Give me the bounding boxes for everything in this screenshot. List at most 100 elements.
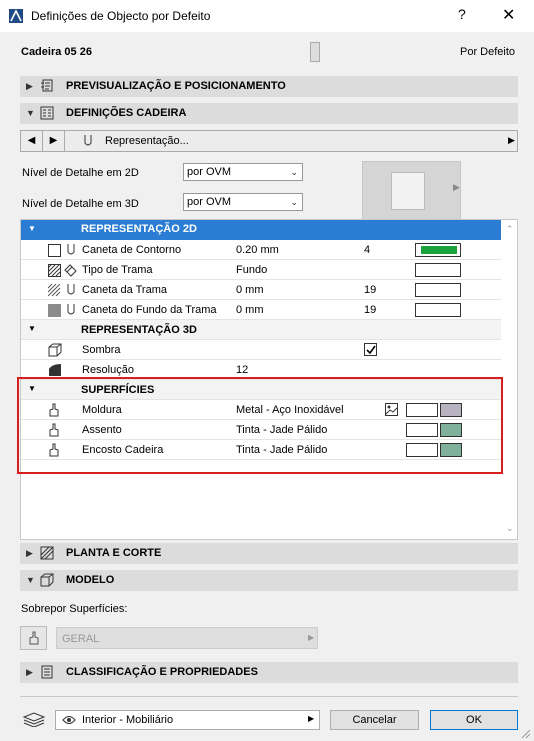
model-cube-icon <box>40 573 54 587</box>
param-number: 4 <box>364 244 371 256</box>
chevron-down-icon: ⌄ <box>290 167 298 177</box>
param-number: 19 <box>364 304 377 316</box>
eye-icon <box>62 716 76 724</box>
ok-button[interactable]: OK <box>430 710 518 730</box>
contour-pen-icon <box>48 244 61 257</box>
shadow-checkbox[interactable] <box>364 343 377 356</box>
page-label: Representação... <box>105 135 189 147</box>
override-surfaces-toggle[interactable] <box>20 626 47 650</box>
classification-icon <box>41 665 53 679</box>
section-label: PLANTA E CORTE <box>66 547 162 559</box>
checkmark-icon <box>366 345 376 355</box>
section-settings-header[interactable]: ▼ DEFINIÇÕES CADEIRA <box>20 103 518 124</box>
section-model-header[interactable]: ▼ MODELO <box>20 570 518 591</box>
pen-icon <box>67 244 75 255</box>
fill-type-icon <box>64 264 77 277</box>
default-label: Por Defeito <box>460 46 516 58</box>
group-title: REPRESENTAÇÃO 3D <box>81 324 197 336</box>
param-label: Caneta do Fundo da Trama <box>82 304 217 316</box>
background-fill-icon <box>48 304 61 317</box>
section-plan-header[interactable]: ▶ PLANTA E CORTE <box>20 543 518 564</box>
collapse-arrow-icon: ▼ <box>26 575 35 585</box>
window-title: Definições de Objecto por Defeito <box>31 9 211 23</box>
layer-name: Interior - Mobiliário <box>82 714 174 726</box>
close-button[interactable]: ✕ <box>502 5 515 25</box>
override-surfaces-label: Sobrepor Superfícies: <box>21 603 128 615</box>
object-name: Cadeira 05 26 <box>21 46 92 58</box>
detail-2d-select[interactable]: por OVM ⌄ <box>183 163 303 181</box>
resolution-icon <box>49 364 61 376</box>
page-navigator: ◀ ▶ Representação... ▶ <box>20 130 518 152</box>
next-page-button[interactable]: ▶ <box>43 131 65 151</box>
paint-brush-icon <box>29 631 39 645</box>
section-classification-header[interactable]: ▶ CLASSIFICAÇÃO E PROPRIEDADES <box>20 662 518 683</box>
hatch-pen-icon <box>48 284 61 297</box>
preview-thumbnail <box>391 172 425 210</box>
triangle-right-icon: ▶ <box>508 135 515 145</box>
detail-3d-select[interactable]: por OVM ⌄ <box>183 193 303 211</box>
triangle-left-icon: ◀ <box>27 135 36 146</box>
group-rep3d-header[interactable]: ▼ REPRESENTAÇÃO 3D <box>21 320 501 340</box>
favorites-slider[interactable] <box>310 42 320 62</box>
scroll-up-icon[interactable]: ⌃ <box>506 224 514 235</box>
footer-divider <box>20 696 518 697</box>
expand-arrow-icon: ▶ <box>26 81 33 91</box>
select-value: por OVM <box>187 166 232 178</box>
param-label: Sombra <box>82 344 121 356</box>
param-label: Caneta de Contorno <box>82 244 182 256</box>
param-row[interactable]: Caneta do Fundo da Trama 0 mm 19 <box>21 300 501 320</box>
param-value: 0.20 mm <box>236 244 279 256</box>
cancel-button[interactable]: Cancelar <box>330 710 419 730</box>
help-button[interactable]: ? <box>458 6 466 22</box>
section-label: CLASSIFICAÇÃO E PROPRIEDADES <box>66 666 258 678</box>
param-row[interactable]: Caneta da Trama 0 mm 19 <box>21 280 501 300</box>
group-title: REPRESENTAÇÃO 2D <box>81 223 197 235</box>
pen-swatch[interactable] <box>415 283 461 297</box>
param-row[interactable]: Tipo de Trama Fundo <box>21 260 501 280</box>
plan-section-icon <box>40 546 54 560</box>
param-label: Caneta da Trama <box>82 284 167 296</box>
param-value: 0 mm <box>236 304 264 316</box>
chevron-down-icon: ⌄ <box>290 197 298 207</box>
param-value: Fundo <box>236 264 268 276</box>
preview-position-icon <box>41 79 53 92</box>
param-number: 19 <box>364 284 377 296</box>
param-label: Tipo de Trama <box>82 264 153 276</box>
override-surface-select[interactable]: GERAL ▶ <box>56 627 318 649</box>
expand-arrow-icon: ▶ <box>26 667 33 677</box>
group-rep2d-header[interactable]: ▼ REPRESENTAÇÃO 2D <box>21 220 501 240</box>
pen-color-bar <box>419 246 457 254</box>
archicad-app-icon <box>9 9 23 23</box>
section-label: DEFINIÇÕES CADEIRA <box>66 107 187 119</box>
triangle-right-icon: ▶ <box>308 714 315 723</box>
pen-icon <box>67 304 75 315</box>
layer-select[interactable]: Interior - Mobiliário ▶ <box>55 710 320 730</box>
object-preview[interactable]: ▶ <box>362 161 461 221</box>
section-label: PREVISUALIZAÇÃO E POSICIONAMENTO <box>66 80 286 92</box>
previous-page-button[interactable]: ◀ <box>21 131 43 151</box>
collapse-arrow-icon: ▼ <box>28 324 36 333</box>
title-bar: Definições de Objecto por Defeito ? ✕ <box>0 0 534 32</box>
pen-swatch[interactable] <box>415 243 461 257</box>
pen-icon <box>67 284 75 295</box>
scroll-down-icon[interactable]: ⌄ <box>506 523 514 534</box>
param-row[interactable]: Sombra <box>21 340 501 360</box>
fill-swatch[interactable] <box>415 263 461 277</box>
triangle-right-icon: ▶ <box>49 135 58 146</box>
param-value: 12 <box>236 364 249 376</box>
detail-3d-label: Nível de Detalhe em 3D <box>22 198 139 210</box>
surfaces-highlight-box <box>17 377 503 474</box>
shadow-cube-icon <box>48 343 62 357</box>
detail-2d-label: Nível de Detalhe em 2D <box>22 167 139 179</box>
select-value: GERAL <box>62 633 100 645</box>
triangle-right-icon: ▶ <box>308 633 315 642</box>
resize-grip-icon[interactable] <box>521 729 531 739</box>
section-preview-header[interactable]: ▶ PREVISUALIZAÇÃO E POSICIONAMENTO <box>20 76 518 97</box>
hatch-icon <box>48 264 61 277</box>
page-select[interactable]: Representação... <box>65 131 505 151</box>
param-row[interactable]: Caneta de Contorno 0.20 mm 4 <box>21 240 501 260</box>
pen-swatch[interactable] <box>415 303 461 317</box>
section-label: MODELO <box>66 574 115 586</box>
select-value: por OVM <box>187 196 232 208</box>
param-value: 0 mm <box>236 284 264 296</box>
